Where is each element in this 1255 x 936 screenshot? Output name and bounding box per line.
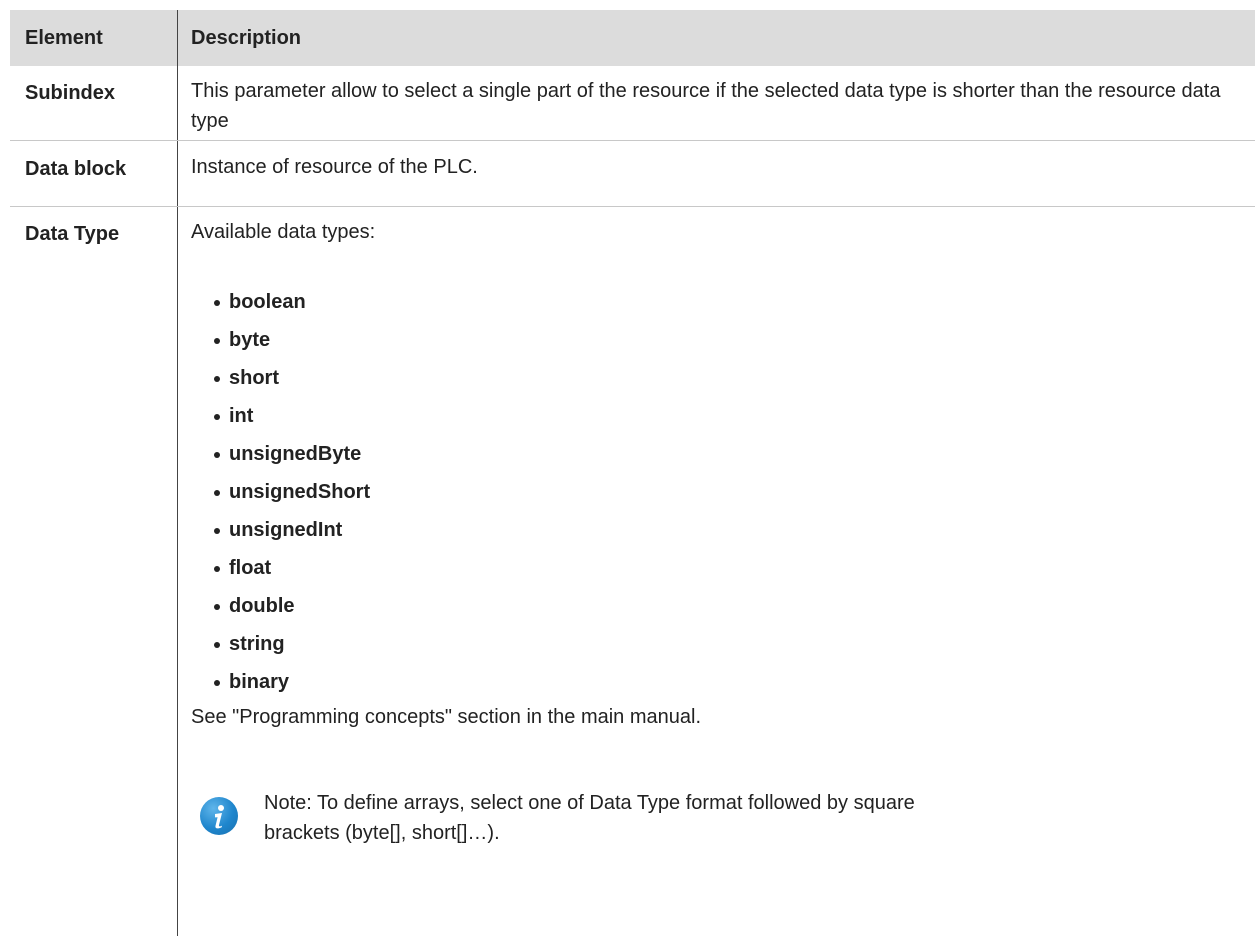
list-item: double xyxy=(214,587,370,625)
list-item: int xyxy=(214,397,370,435)
list-item: unsignedByte xyxy=(214,435,370,473)
row-data-block-description: Instance of resource of the PLC. xyxy=(191,156,478,178)
row-data-block-element: Data block xyxy=(25,158,127,180)
list-item: boolean xyxy=(214,283,370,321)
row-data-type-element: Data Type xyxy=(25,223,120,245)
list-item: unsignedShort xyxy=(214,473,370,511)
list-item: float xyxy=(214,549,370,587)
bullet-icon xyxy=(214,642,220,648)
list-item: short xyxy=(214,359,370,397)
header-element: Element xyxy=(25,27,103,49)
row-subindex-description: This parameter allow to select a single … xyxy=(191,80,1221,132)
info-icon xyxy=(200,797,238,835)
bullet-icon xyxy=(214,566,220,572)
list-item: unsignedInt xyxy=(214,511,370,549)
list-item: string xyxy=(214,625,370,663)
list-item: byte xyxy=(214,321,370,359)
data-types-list: boolean byte short int unsignedByte unsi… xyxy=(214,283,370,701)
row-data-type-description: Available data types: xyxy=(191,221,376,243)
bullet-icon xyxy=(214,414,220,420)
header-description: Description xyxy=(191,27,302,49)
row-divider xyxy=(10,206,1255,207)
bullet-icon xyxy=(214,338,220,344)
bullet-icon xyxy=(214,680,220,686)
see-also-text: See "Programming concepts" section in th… xyxy=(191,706,702,728)
note-text: Note: To define arrays, select one of Da… xyxy=(264,792,915,844)
bullet-icon xyxy=(214,604,220,610)
row-subindex-element: Subindex xyxy=(25,82,116,104)
column-divider xyxy=(177,10,178,936)
bullet-icon xyxy=(214,490,220,496)
bullet-icon xyxy=(214,300,220,306)
list-item: binary xyxy=(214,663,370,701)
bullet-icon xyxy=(214,376,220,382)
row-divider xyxy=(10,140,1255,141)
bullet-icon xyxy=(214,452,220,458)
table-header: Element Description xyxy=(10,10,1255,66)
bullet-icon xyxy=(214,528,220,534)
parameter-table: Element Description Subindex This parame… xyxy=(10,10,1255,936)
